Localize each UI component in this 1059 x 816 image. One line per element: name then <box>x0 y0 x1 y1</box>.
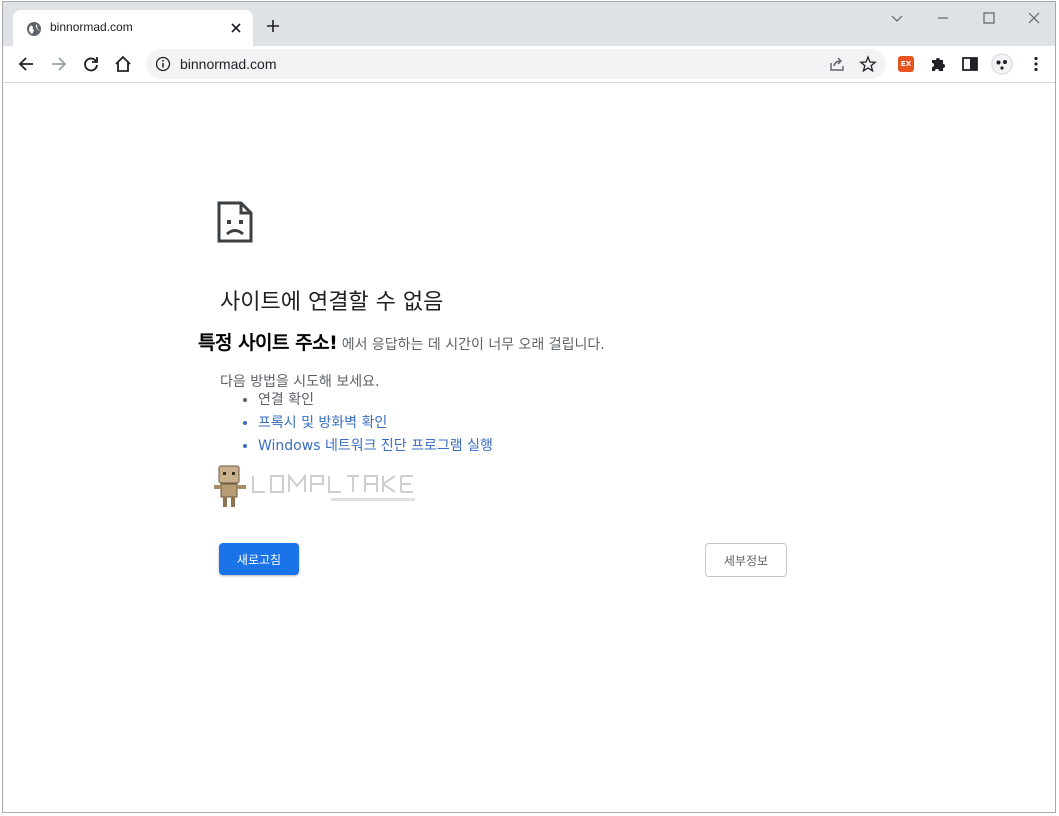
tab-title: binnormad.com <box>50 20 133 34</box>
chevron-down-icon[interactable] <box>889 10 905 26</box>
address-bar[interactable]: binnormad.com <box>146 49 886 79</box>
suggestion-check-proxy-firewall[interactable]: 프록시 및 방화벽 확인 <box>258 412 493 435</box>
puzzle-icon[interactable] <box>928 54 948 74</box>
side-panel-icon[interactable] <box>960 54 980 74</box>
watermark-logo <box>214 465 415 507</box>
profile-face-icon <box>991 53 1013 75</box>
page-title: 사이트에 연결할 수 없음 <box>220 290 444 315</box>
reload-icon[interactable] <box>81 54 101 74</box>
error-description: 특정 사이트 주소! 에서 응답하는 데 시간이 너무 오래 걸립니다. <box>198 328 605 355</box>
error-host: 특정 사이트 주소! <box>198 332 338 354</box>
home-icon[interactable] <box>113 54 133 74</box>
tab-strip: binnormad.com <box>3 2 1055 46</box>
error-page: 사이트에 연결할 수 없음 특정 사이트 주소! 에서 응답하는 데 시간이 너… <box>3 83 1055 812</box>
maximize-icon[interactable] <box>981 10 997 26</box>
extension-icon[interactable]: EX <box>898 56 914 72</box>
star-icon[interactable] <box>859 55 877 73</box>
reload-button[interactable]: 새로고침 <box>219 543 299 575</box>
kebab-menu-icon[interactable] <box>1026 54 1046 74</box>
suggestion-run-diagnostics[interactable]: Windows 네트워크 진단 프로그램 실행 <box>258 435 493 458</box>
browser-window: binnormad.com binnormad.com EX 사이트에 연결할 … <box>2 1 1056 813</box>
sad-page-icon <box>217 201 253 243</box>
arrow-right-icon[interactable] <box>49 54 69 74</box>
plus-icon[interactable] <box>265 18 281 34</box>
tab-binnormad[interactable]: binnormad.com <box>13 10 253 46</box>
minimize-icon[interactable] <box>935 10 951 26</box>
close-icon[interactable] <box>230 22 242 34</box>
globe-icon <box>27 22 41 36</box>
avatar-icon[interactable] <box>991 53 1013 75</box>
url-text[interactable]: binnormad.com <box>180 56 277 72</box>
window-close-icon[interactable] <box>1026 10 1042 26</box>
suggestions-list: 연결 확인 프록시 및 방화벽 확인 Windows 네트워크 진단 프로그램 … <box>238 389 493 458</box>
toolbar: binnormad.com EX <box>3 46 1055 83</box>
details-button[interactable]: 세부정보 <box>705 543 787 577</box>
suggestion-check-connection: 연결 확인 <box>258 389 493 412</box>
info-icon[interactable] <box>155 56 171 72</box>
share-icon[interactable] <box>828 55 846 73</box>
error-message: 에서 응답하는 데 시간이 너무 오래 걸립니다. <box>337 337 605 353</box>
suggestions-header: 다음 방법을 시도해 보세요. <box>220 374 380 390</box>
arrow-left-icon[interactable] <box>16 54 36 74</box>
